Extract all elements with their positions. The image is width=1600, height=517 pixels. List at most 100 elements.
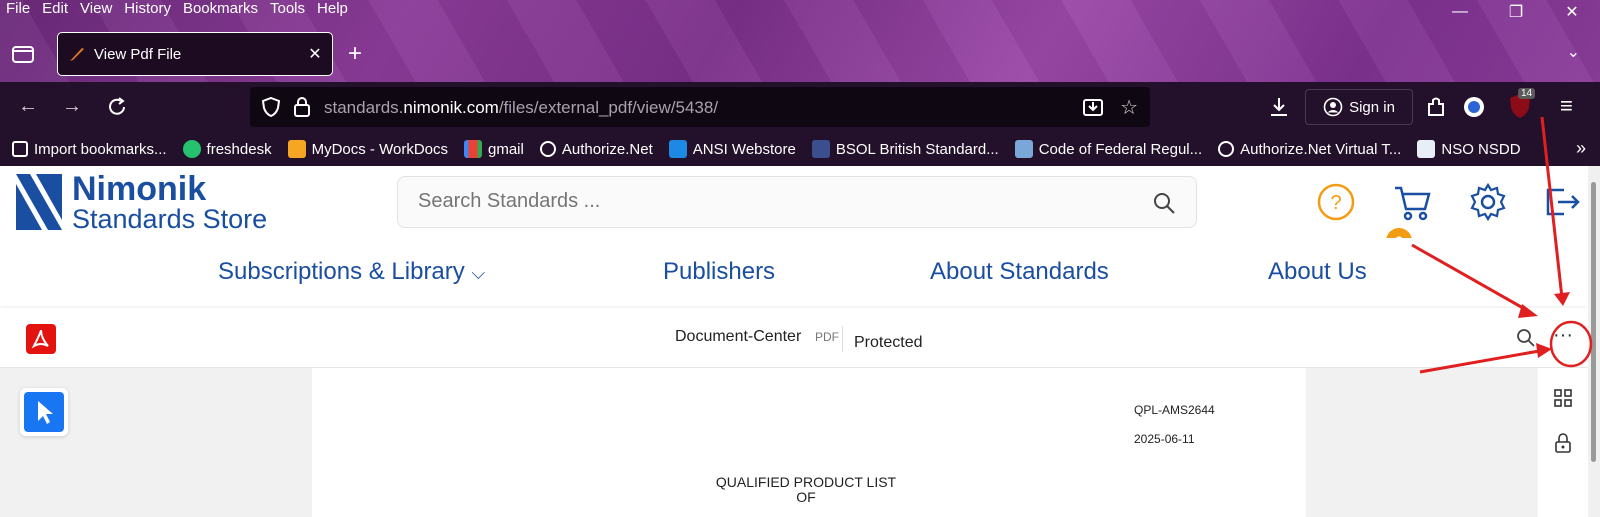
save-page-icon[interactable] [1082, 96, 1104, 118]
menu-history[interactable]: History [124, 0, 171, 20]
bookmark-label: Authorize.Net Virtual T... [1240, 140, 1402, 158]
minimize-button[interactable]: — [1432, 0, 1488, 24]
import-icon [12, 141, 28, 157]
lock-icon [811, 140, 830, 158]
tab-close-icon[interactable]: ✕ [304, 44, 326, 64]
pdf-viewer: Document-Center PDF Protected ··· QPL-AM… [0, 308, 1588, 517]
active-tab[interactable]: View Pdf File ✕ [57, 32, 333, 76]
restore-button[interactable]: ❐ [1488, 0, 1544, 24]
security-lock-icon[interactable] [1553, 432, 1573, 454]
cart-icon[interactable] [1392, 182, 1432, 222]
help-icon[interactable]: ? [1316, 182, 1356, 222]
nav-about-standards[interactable]: About Standards [930, 258, 1109, 286]
forward-icon[interactable]: → [62, 95, 82, 118]
menu-help[interactable]: Help [317, 0, 348, 20]
viewer-search-icon[interactable] [1516, 328, 1536, 348]
reload-icon[interactable] [106, 96, 128, 118]
extensions-icon[interactable] [1424, 95, 1448, 119]
bookmark-ansi-webstore[interactable]: ANSI Webstore [668, 140, 796, 158]
sign-in-button[interactable]: Sign in [1305, 89, 1413, 125]
app-menu-icon[interactable]: ≡ [1560, 93, 1573, 119]
address-bar[interactable]: standards.nimonik.com/files/external_pdf… [250, 87, 1150, 127]
more-options-button[interactable]: ··· [1548, 324, 1578, 354]
nav-label: Subscriptions & Library [218, 258, 465, 285]
downloads-icon[interactable] [1268, 96, 1290, 118]
standards-search-box [397, 176, 1197, 228]
gmail-icon [464, 140, 482, 158]
bookmark-label: Import bookmarks... [34, 140, 167, 158]
nav-publishers[interactable]: Publishers [663, 258, 775, 286]
bookmark-bsol[interactable]: BSOL British Standard... [811, 140, 999, 158]
search-icon[interactable] [1152, 191, 1176, 215]
menu-bookmarks[interactable]: Bookmarks [183, 0, 258, 20]
bookmark-label: MyDocs - WorkDocs [311, 140, 448, 158]
nso-icon [1417, 140, 1436, 158]
extension-globe-icon[interactable] [1462, 95, 1486, 119]
account-icon [1323, 97, 1343, 117]
bookmark-gmail[interactable]: gmail [464, 140, 524, 158]
bookmark-star-icon[interactable]: ☆ [1120, 95, 1138, 120]
bookmark-label: Code of Federal Regul... [1038, 140, 1203, 158]
main-navigation: Subscriptions & Library ⌵ Publishers Abo… [0, 238, 1588, 306]
site-lock-icon[interactable] [292, 96, 312, 118]
cfr-icon [1014, 140, 1033, 158]
globe-icon [1218, 141, 1235, 157]
nav-about-us[interactable]: About Us [1268, 258, 1367, 286]
bookmark-freshdesk[interactable]: freshdesk [182, 140, 272, 158]
nimonik-logo-icon[interactable] [16, 174, 62, 230]
menu-edit[interactable]: Edit [42, 0, 68, 20]
document-name: Document-Center [675, 328, 802, 345]
toolbar-divider [842, 326, 843, 352]
qpl-number: QPL-AMS2644 [1134, 403, 1215, 417]
pdf-page: QPL-AMS2644 2025-06-11 QUALIFIED PRODUCT… [312, 368, 1306, 517]
close-window-button[interactable]: ✕ [1544, 0, 1600, 24]
ublock-extension[interactable]: 14 [1508, 88, 1538, 122]
bookmark-cfr[interactable]: Code of Federal Regul... [1014, 140, 1203, 158]
document-type-badge: PDF [815, 330, 839, 344]
thumbnails-grid-icon[interactable] [1553, 388, 1573, 408]
bookmark-label: Authorize.Net [561, 140, 653, 158]
web-page: Nimonik Standards Store ? 2 Su [0, 166, 1600, 517]
menu-tools[interactable]: Tools [270, 0, 305, 20]
quill-favicon-icon [70, 48, 84, 61]
bookmark-import[interactable]: Import bookmarks... [12, 141, 167, 158]
bookmark-authorize-net[interactable]: Authorize.Net [539, 140, 653, 158]
bookmark-label: freshdesk [206, 140, 272, 158]
svg-text:?: ? [1330, 192, 1341, 214]
bookmark-authorize-net-virtual[interactable]: Authorize.Net Virtual T... [1218, 141, 1401, 158]
bookmark-label: ANSI Webstore [692, 140, 796, 158]
navigation-toolbar: ← → standards.nimonik.com/files/external… [0, 82, 1600, 132]
nav-subscriptions-library[interactable]: Subscriptions & Library ⌵ [218, 258, 485, 286]
bookmark-workdocs[interactable]: MyDocs - WorkDocs [287, 140, 448, 158]
tracking-protection-icon[interactable] [260, 96, 282, 118]
url-domain: nimonik.com [403, 98, 499, 117]
tab-strip: View Pdf File ✕ + ⌄ [0, 32, 1600, 76]
chevron-down-icon: ⌵ [471, 263, 486, 283]
url-text[interactable]: standards.nimonik.com/files/external_pdf… [324, 98, 718, 118]
search-input[interactable] [418, 190, 1118, 213]
more-bookmarks-icon[interactable]: » [1576, 138, 1586, 159]
pdf-viewer-toolbar: Document-Center PDF Protected ··· [0, 308, 1588, 368]
bookmark-label: gmail [488, 140, 524, 158]
menu-file[interactable]: File [6, 0, 30, 20]
list-all-tabs-icon[interactable]: ⌄ [1567, 42, 1580, 62]
document-date: 2025-06-11 [1134, 432, 1195, 446]
browser-titlebar: File Edit View History Bookmarks Tools H… [0, 0, 1600, 82]
select-tool-button[interactable] [20, 388, 68, 436]
tab-overview-icon[interactable] [10, 42, 36, 66]
freshdesk-icon [182, 140, 201, 158]
page-scrollbar[interactable] [1588, 166, 1600, 517]
new-tab-button[interactable]: + [348, 40, 362, 68]
scrollbar-thumb[interactable] [1591, 182, 1596, 462]
logo-subtitle[interactable]: Standards Store [72, 204, 267, 235]
logout-icon[interactable] [1542, 182, 1582, 222]
bookmark-nso-nsdd[interactable]: NSO NSDD [1417, 140, 1521, 158]
menu-view[interactable]: View [80, 0, 112, 20]
site-header: Nimonik Standards Store ? 2 [0, 166, 1588, 254]
menu-bar: File Edit View History Bookmarks Tools H… [0, 0, 348, 20]
back-icon[interactable]: ← [18, 95, 38, 118]
settings-gear-icon[interactable] [1468, 182, 1508, 222]
page-heading-of: OF [796, 489, 816, 505]
page-heading: QUALIFIED PRODUCT LIST [715, 474, 897, 490]
url-subdomain: standards. [324, 98, 404, 117]
